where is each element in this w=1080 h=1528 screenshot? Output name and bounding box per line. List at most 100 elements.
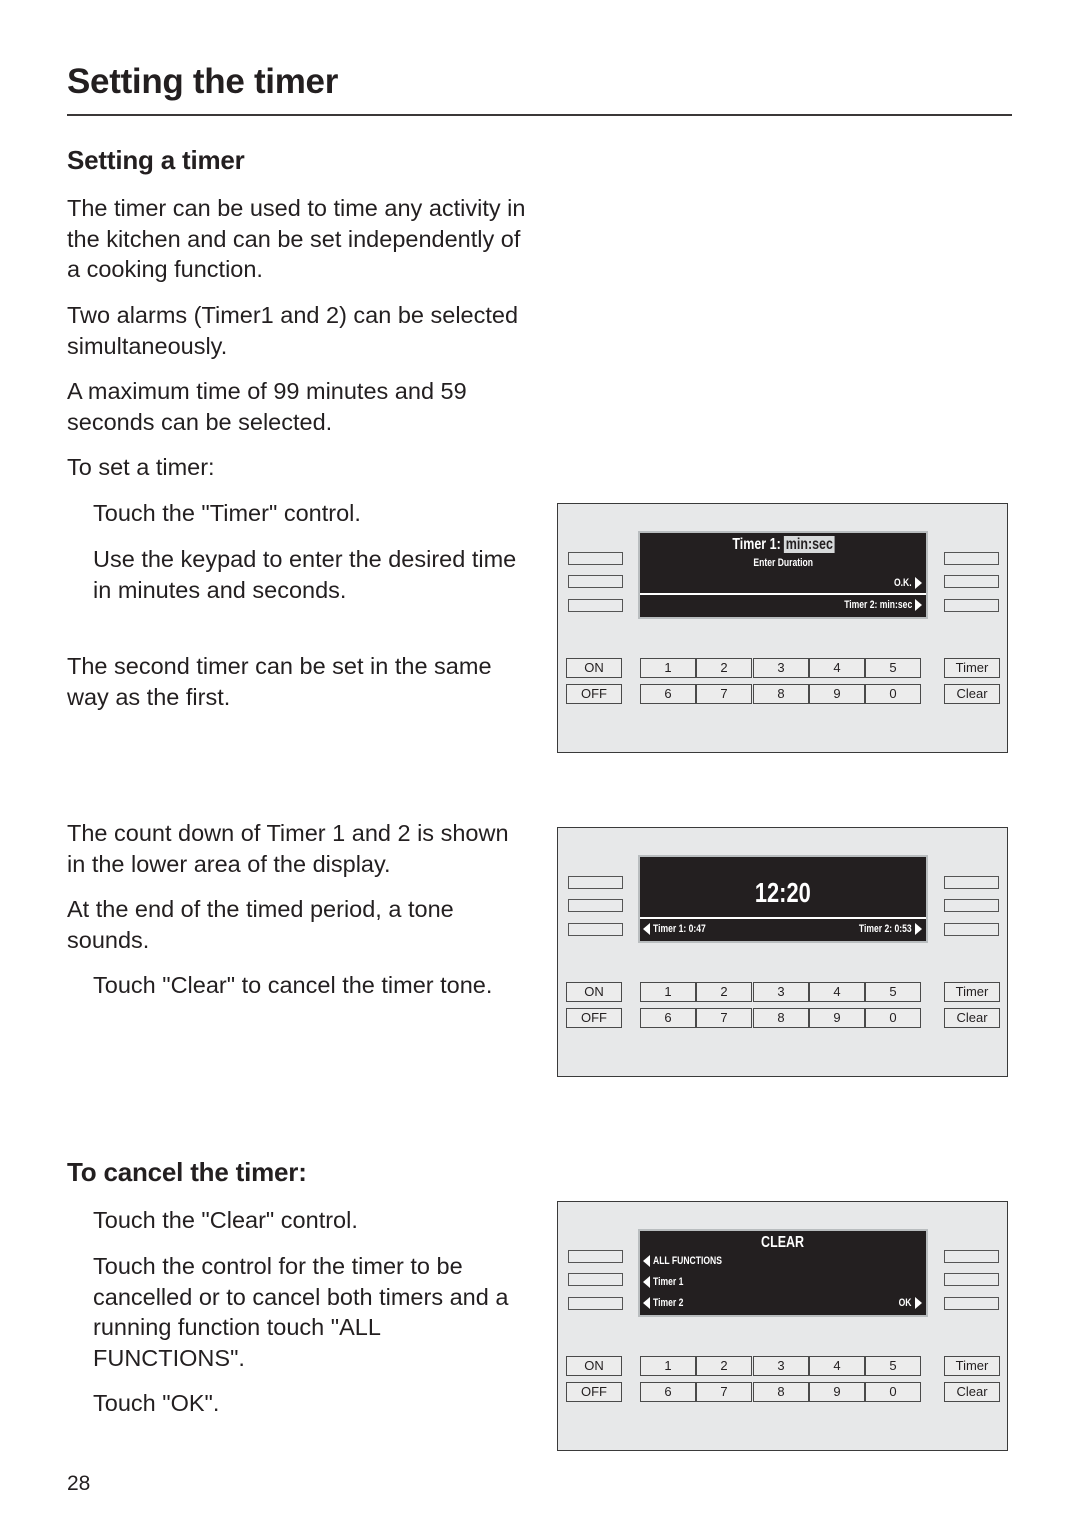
key-1[interactable]: 1: [640, 982, 696, 1002]
on-button[interactable]: ON: [566, 658, 622, 678]
clear-button[interactable]: Clear: [944, 1008, 1000, 1028]
key-0[interactable]: 0: [865, 684, 921, 704]
key-1[interactable]: 1: [640, 1356, 696, 1376]
display-screen: 12:20 Timer 1: 0:47 Timer 2: 0:53: [638, 855, 928, 943]
paragraph: The count down of Timer 1 and 2 is shown…: [67, 820, 509, 877]
control-panel-enter-duration: Timer 1: min:sec Enter Duration O.K. Tim…: [557, 503, 1008, 753]
key-8[interactable]: 8: [753, 1008, 809, 1028]
key-4[interactable]: 4: [809, 1356, 865, 1376]
control-panel-countdown: 12:20 Timer 1: 0:47 Timer 2: 0:53 ON OFF…: [557, 827, 1008, 1077]
clear-button[interactable]: Clear: [944, 1382, 1000, 1402]
timer1-option: Timer 1: [653, 1276, 684, 1288]
key-9[interactable]: 9: [809, 1008, 865, 1028]
key-7[interactable]: 7: [696, 1008, 752, 1028]
key-5[interactable]: 5: [865, 658, 921, 678]
paragraph: Two alarms (Timer1 and 2) can be selecte…: [67, 302, 519, 359]
left-softkey-3[interactable]: [568, 1297, 623, 1310]
step: Touch the "Clear" control.: [93, 1207, 358, 1233]
clear-button[interactable]: Clear: [944, 684, 1000, 704]
clock-readout: 12:20: [755, 877, 811, 908]
key-4[interactable]: 4: [809, 982, 865, 1002]
key-9[interactable]: 9: [809, 1382, 865, 1402]
key-9[interactable]: 9: [809, 684, 865, 704]
display-screen: CLEAR ALL FUNCTIONS Timer 1 Timer 2 OK: [638, 1229, 928, 1317]
key-5[interactable]: 5: [865, 1356, 921, 1376]
paragraph: The timer can be used to time any activi…: [67, 195, 526, 282]
display-screen: Timer 1: min:sec Enter Duration O.K. Tim…: [638, 531, 928, 619]
key-4[interactable]: 4: [809, 658, 865, 678]
paragraph: The second timer can be set in the same …: [67, 653, 492, 710]
timer-button[interactable]: Timer: [944, 658, 1000, 678]
step: Touch "Clear" to cancel the timer tone.: [93, 972, 493, 998]
ok-option: OK: [899, 1297, 912, 1309]
left-softkey-1[interactable]: [568, 876, 623, 889]
key-0[interactable]: 0: [865, 1008, 921, 1028]
key-3[interactable]: 3: [753, 658, 809, 678]
min-sec-field: min:sec: [783, 536, 835, 553]
right-softkey-3[interactable]: [944, 923, 999, 936]
on-button[interactable]: ON: [566, 982, 622, 1002]
left-softkey-3[interactable]: [568, 923, 623, 936]
right-softkey-3[interactable]: [944, 1297, 999, 1310]
key-7[interactable]: 7: [696, 684, 752, 704]
page-title: Setting the timer: [67, 62, 339, 101]
right-softkey-2[interactable]: [944, 899, 999, 912]
key-2[interactable]: 2: [696, 1356, 752, 1376]
left-softkey-3[interactable]: [568, 599, 623, 612]
key-1[interactable]: 1: [640, 658, 696, 678]
paragraph: At the end of the timed period, a tone s…: [67, 896, 454, 953]
display-divider: [640, 917, 926, 919]
timer-button[interactable]: Timer: [944, 982, 1000, 1002]
left-softkey-1[interactable]: [568, 1250, 623, 1263]
off-button[interactable]: OFF: [566, 1382, 622, 1402]
right-softkey-2[interactable]: [944, 1273, 999, 1286]
left-softkey-1[interactable]: [568, 552, 623, 565]
timer2-option: Timer 2: min:sec: [843, 599, 912, 611]
right-softkey-3[interactable]: [944, 599, 999, 612]
timer2-option: Timer 2: [653, 1297, 684, 1309]
arrow-left-icon: [643, 1297, 650, 1310]
right-softkey-1[interactable]: [944, 876, 999, 889]
display-subtitle: Enter Duration: [753, 557, 813, 569]
off-button[interactable]: OFF: [566, 1008, 622, 1028]
arrow-left-icon: [643, 1255, 650, 1268]
title-divider: [67, 114, 1012, 116]
page-number: 28: [67, 1472, 91, 1495]
left-softkey-2[interactable]: [568, 575, 623, 588]
right-softkey-2[interactable]: [944, 575, 999, 588]
off-button[interactable]: OFF: [566, 684, 622, 704]
left-softkey-2[interactable]: [568, 899, 623, 912]
key-6[interactable]: 6: [640, 1382, 696, 1402]
timer1-countdown: Timer 1: 0:47: [653, 923, 706, 935]
arrow-left-icon: [643, 1276, 650, 1289]
key-2[interactable]: 2: [696, 982, 752, 1002]
arrow-right-icon: [915, 1297, 922, 1310]
key-8[interactable]: 8: [753, 1382, 809, 1402]
step: Touch the control for the timer to be ca…: [93, 1253, 509, 1371]
key-2[interactable]: 2: [696, 658, 752, 678]
paragraph: To set a timer:: [67, 454, 215, 480]
key-8[interactable]: 8: [753, 684, 809, 704]
arrow-right-icon: [915, 599, 922, 612]
right-softkey-1[interactable]: [944, 1250, 999, 1263]
key-6[interactable]: 6: [640, 684, 696, 704]
key-7[interactable]: 7: [696, 1382, 752, 1402]
arrow-right-icon: [915, 577, 922, 590]
section-heading-setting: Setting a timer: [67, 145, 245, 175]
key-5[interactable]: 5: [865, 982, 921, 1002]
display-divider: [640, 593, 926, 595]
on-button[interactable]: ON: [566, 1356, 622, 1376]
key-3[interactable]: 3: [753, 982, 809, 1002]
key-0[interactable]: 0: [865, 1382, 921, 1402]
display-title: Timer 1:: [731, 536, 781, 553]
key-6[interactable]: 6: [640, 1008, 696, 1028]
step: Touch the "Timer" control.: [93, 500, 361, 526]
left-softkey-2[interactable]: [568, 1273, 623, 1286]
paragraph: A maximum time of 99 minutes and 59 seco…: [67, 378, 467, 435]
timer-button[interactable]: Timer: [944, 1356, 1000, 1376]
key-3[interactable]: 3: [753, 1356, 809, 1376]
arrow-right-icon: [915, 923, 922, 936]
right-softkey-1[interactable]: [944, 552, 999, 565]
ok-option: O.K.: [894, 577, 912, 589]
display-title: CLEAR: [761, 1234, 805, 1251]
